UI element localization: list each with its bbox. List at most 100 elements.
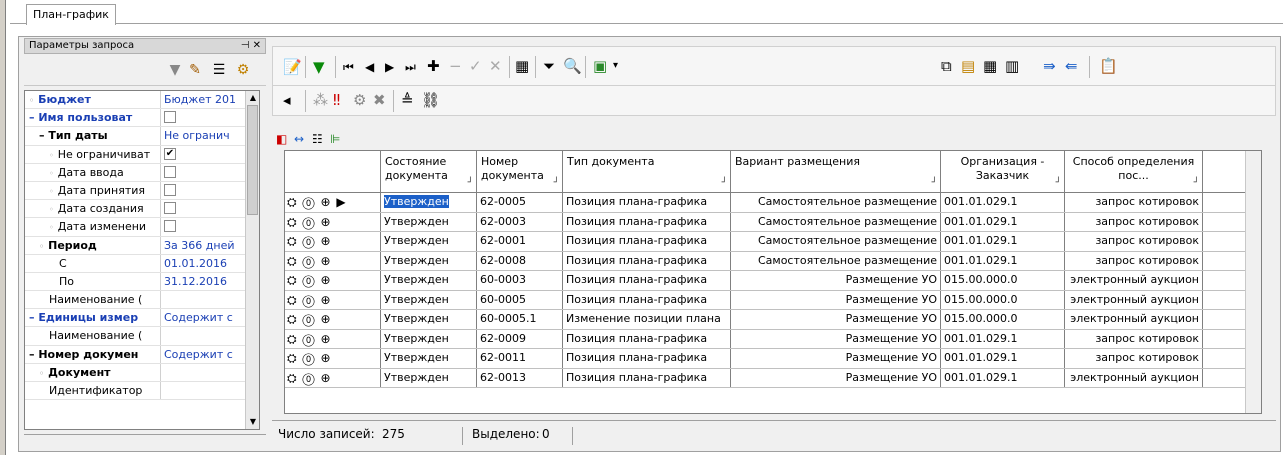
cell-state[interactable]: Утвержден — [381, 193, 477, 212]
param-checkbox[interactable] — [164, 111, 176, 124]
cell-method[interactable]: электронный аукцион — [1065, 290, 1203, 309]
edit-icon[interactable]: 📝 — [283, 58, 302, 76]
table-row[interactable]: ⛭ ⓪ ⊕ Утвержден 62-0011 Позиция плана-графи… — [285, 349, 1261, 369]
funnel-icon[interactable]: ⏷ — [543, 57, 555, 75]
scroll-down-icon[interactable]: ▼ — [246, 415, 259, 429]
cell-placement[interactable]: Самостоятельное размещение — [731, 212, 941, 231]
cell-method[interactable]: электронный аукцион — [1065, 310, 1203, 329]
cube-icon[interactable]: ▣ — [593, 57, 607, 75]
param-row[interactable]: Наименование ( — [25, 291, 259, 310]
cell-state[interactable]: Утвержден — [381, 368, 477, 387]
table-row[interactable]: ⛭ ⓪ ⊕ Утвержден 62-0001 Позиция плана-графи… — [285, 232, 1261, 252]
grid-tree-icon[interactable]: ⊫ — [330, 130, 340, 148]
cell-placement[interactable]: Размещение УО — [731, 310, 941, 329]
param-checkbox[interactable] — [164, 165, 176, 178]
param-value[interactable] — [161, 182, 247, 199]
cell-number[interactable]: 62-0009 — [477, 329, 563, 348]
cell-placement[interactable]: Размещение УО — [731, 329, 941, 348]
resize-handle-icon[interactable]: ┘ — [1194, 176, 1199, 190]
param-checkbox[interactable] — [164, 202, 176, 215]
cell-type[interactable]: Позиция плана-графика — [563, 271, 731, 290]
export-icon[interactable]: ▥ — [1005, 57, 1019, 75]
param-row[interactable]: Наименование ( — [25, 327, 259, 346]
import-icon[interactable]: ⇛ — [1043, 57, 1056, 75]
param-checkbox[interactable] — [164, 220, 176, 233]
cell-placement[interactable]: Размещение УО — [731, 271, 941, 290]
param-value[interactable]: ✔ — [161, 146, 247, 163]
row-status-icons[interactable]: ⛭ ⓪ ⊕ — [285, 212, 381, 231]
cell-type[interactable]: Позиция плана-графика — [563, 329, 731, 348]
param-row[interactable]: – Имя пользоват — [25, 109, 259, 128]
cell-state[interactable]: Утвержден — [381, 329, 477, 348]
find-icon[interactable]: 🔍 — [563, 57, 582, 75]
cell-method[interactable]: электронный аукцион — [1065, 368, 1203, 387]
resize-handle-icon[interactable]: ┘ — [554, 176, 559, 190]
cell-org[interactable]: 015.00.000.0 — [941, 271, 1065, 290]
row-status-icons[interactable]: ⛭ ⓪ ⊕ — [285, 349, 381, 368]
cell-org[interactable]: 001.01.029.1 — [941, 232, 1065, 251]
lock-icon[interactable]: ⚙ — [353, 91, 366, 109]
cell-type[interactable]: Позиция плана-графика — [563, 251, 731, 270]
cell-org[interactable]: 015.00.000.0 — [941, 290, 1065, 309]
param-row[interactable]: ◦ Дата создания — [25, 200, 259, 219]
dropdown-icon[interactable]: ▾ — [613, 57, 618, 75]
param-row[interactable]: – Тип даты Не огранич — [25, 127, 259, 146]
row-status-icons[interactable]: ⛭ ⓪ ⊕ — [285, 290, 381, 309]
cell-state[interactable]: Утвержден — [381, 310, 477, 329]
param-row[interactable]: ◦ Документ — [25, 363, 259, 382]
folder-icon[interactable]: ▤ — [961, 57, 975, 75]
param-row[interactable]: – Номер докумен Содержит с — [25, 345, 259, 364]
add-icon[interactable]: ✚ — [427, 57, 440, 75]
table-row[interactable]: ⛭ ⓪ ⊕ Утвержден 60-0005.1 Изменение позиции… — [285, 310, 1261, 330]
first-record-icon[interactable]: ⏮ — [343, 58, 354, 76]
scroll-up-icon[interactable]: ▲ — [246, 91, 259, 105]
param-row[interactable]: По 31.12.2016 — [25, 272, 259, 292]
cell-number[interactable]: 60-0005 — [477, 290, 563, 309]
resize-handle-icon[interactable]: ┘ — [468, 176, 473, 190]
cell-org[interactable]: 001.01.029.1 — [941, 329, 1065, 348]
param-row[interactable]: ◦ Бюджет Бюджет 201 — [25, 91, 259, 110]
table-row[interactable]: ⛭ ⓪ ⊕ Утвержден 62-0003 Позиция плана-графи… — [285, 212, 1261, 232]
column-header-placement[interactable]: Вариант размещения ┘ — [731, 151, 941, 192]
cell-org[interactable]: 001.01.029.1 — [941, 212, 1065, 231]
cell-method[interactable]: запрос котировок — [1065, 232, 1203, 251]
cell-number[interactable]: 60-0003 — [477, 271, 563, 290]
row-status-icons[interactable]: ⛭ ⓪ ⊕ — [285, 310, 381, 329]
cell-type[interactable]: Позиция плана-графика — [563, 193, 731, 212]
link-icon[interactable]: ⛓ — [421, 91, 440, 109]
param-row[interactable]: С 01.01.2016 — [25, 254, 259, 273]
row-status-icons[interactable]: ⛭ ⓪ ⊕ ▶ — [285, 193, 381, 212]
table-row[interactable]: ⛭ ⓪ ⊕ Утвержден 62-0009 Позиция плана-графи… — [285, 329, 1261, 349]
param-row[interactable]: ◦ Не ограничиват ✔ — [25, 145, 259, 164]
sort-icon[interactable]: ≜ — [401, 91, 414, 109]
export2-icon[interactable]: ⇚ — [1065, 57, 1078, 75]
param-value[interactable] — [161, 327, 247, 344]
brush-icon[interactable]: ✎ — [186, 62, 204, 78]
table-row[interactable]: ⛭ ⓪ ⊕ ▶ Утвержден 62-0005 Позиция плана-гра… — [285, 193, 1261, 213]
param-value[interactable] — [161, 364, 247, 381]
cell-number[interactable]: 62-0008 — [477, 251, 563, 270]
cell-method[interactable]: запрос котировок — [1065, 212, 1203, 231]
column-header-icons[interactable] — [285, 151, 381, 192]
grid-remove-icon[interactable]: ◧ — [276, 130, 287, 148]
grid-arrows-icon[interactable]: ↔ — [294, 130, 304, 148]
cell-method[interactable]: запрос котировок — [1065, 193, 1203, 212]
cell-state[interactable]: Утвержден — [381, 232, 477, 251]
cell-state[interactable]: Утвержден — [381, 251, 477, 270]
table-row[interactable]: ⛭ ⓪ ⊕ Утвержден 62-0013 Позиция плана-графи… — [285, 368, 1261, 388]
prev-record-icon[interactable]: ◀ — [365, 58, 374, 76]
params-scrollbar[interactable]: ▲ ▼ — [245, 91, 259, 429]
cell-method[interactable]: запрос котировок — [1065, 349, 1203, 368]
cell-method[interactable]: электронный аукцион — [1065, 271, 1203, 290]
row-status-icons[interactable]: ⛭ ⓪ ⊕ — [285, 251, 381, 270]
cell-type[interactable]: Позиция плана-графика — [563, 349, 731, 368]
settings-icon[interactable]: ⚙ — [234, 62, 252, 78]
param-value[interactable] — [161, 164, 247, 181]
param-row[interactable]: ◦ Дата принятия — [25, 181, 259, 201]
cell-state[interactable]: Утвержден — [381, 290, 477, 309]
table-row[interactable]: ⛭ ⓪ ⊕ Утвержден 60-0005 Позиция плана-графи… — [285, 290, 1261, 310]
cell-placement[interactable]: Размещение УО — [731, 368, 941, 387]
approve-icon[interactable]: ▼ — [313, 58, 325, 76]
cell-number[interactable]: 62-0013 — [477, 368, 563, 387]
cell-method[interactable]: запрос котировок — [1065, 329, 1203, 348]
